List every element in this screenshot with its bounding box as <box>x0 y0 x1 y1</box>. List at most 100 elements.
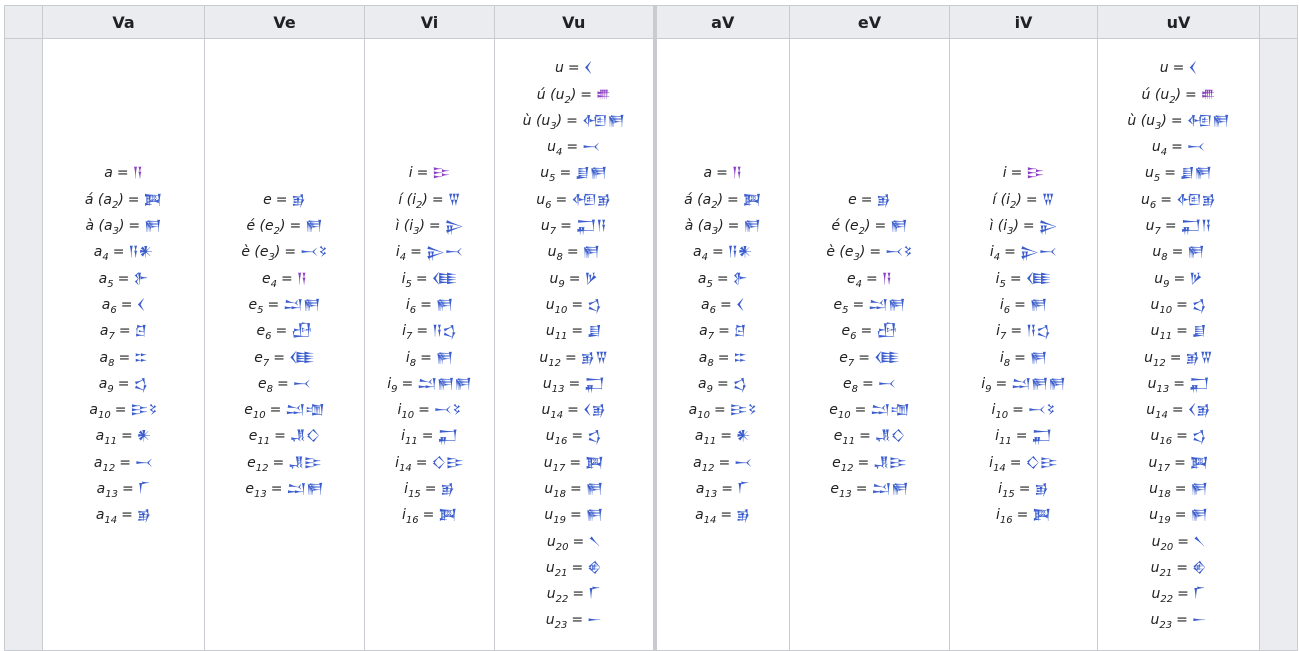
syllable-base: u <box>1154 270 1164 287</box>
alt-syllable-base: e <box>849 218 859 235</box>
syllable-base: u <box>1144 349 1154 366</box>
sign-entry: a11 = 𒀭 <box>43 423 204 449</box>
transliteration: u21 <box>1151 560 1173 578</box>
equals-sign: = <box>1012 402 1024 419</box>
transliteration: u17 <box>544 455 566 473</box>
cuneiform-sign: 𒀉 <box>1189 454 1209 471</box>
equals-sign: = <box>1010 165 1023 182</box>
sign-entry: e5 = 𒁺𒂍 <box>790 292 949 318</box>
syllable-index: 14 <box>550 409 564 421</box>
sign-entry: i16 = 𒀉 <box>365 502 494 528</box>
equals-sign: = <box>1171 139 1183 156</box>
equals-sign: = <box>118 323 131 340</box>
syllable-base: a <box>700 296 710 313</box>
transliteration: u23 <box>1150 612 1172 630</box>
transliteration: e11 <box>834 428 855 446</box>
sign-entry: i8 = 𒂍 <box>365 345 494 371</box>
sign-entry: e10 = 𒁺𒌝 <box>790 397 949 423</box>
syllable-index: 12 <box>701 462 715 474</box>
syllable-index: 6 <box>265 331 272 342</box>
cuneiform-sign: 𒍀 <box>291 323 313 340</box>
transliteration: e10 <box>244 402 265 420</box>
transliteration: á (a2) <box>85 192 124 210</box>
transliteration: e7 <box>839 350 854 368</box>
cuneiform-sign: 𒂊 <box>440 480 455 497</box>
syllable-index: 4 <box>102 252 109 264</box>
sign-entry: u4 = 𒁁 <box>1098 134 1259 160</box>
syllable-base: u <box>540 165 550 182</box>
transliteration: u4 <box>1151 139 1167 157</box>
cuneiform-sign: 𒂍 <box>435 296 454 313</box>
equals-sign: = <box>859 428 871 445</box>
equals-sign: = <box>1176 323 1188 340</box>
syllable-base: ù <box>522 112 532 129</box>
cuneiform-sign: 𒉿 <box>732 270 748 287</box>
cuneiform-sign: 𒃻 <box>584 270 598 287</box>
cuneiform-sign: 𒂗𒄭 <box>874 428 906 445</box>
cuneiform-sign: 𒁁𒂟 <box>433 402 462 419</box>
equals-sign: = <box>1174 507 1187 524</box>
syllable-index: 21 <box>554 567 568 579</box>
syllable-base: e <box>258 375 267 392</box>
sign-entry: a5 = 𒉿 <box>657 266 790 292</box>
equals-sign: = <box>719 296 732 313</box>
body-row: a = 𒀀 á (a2) = 𒀉 à (a3) = 𒂍 a4 = 𒀀𒀭 a5 = 𒉿 a6 = 𒌋 a7 = 𒆪 a8 = 𒇹… <box>4 38 1298 651</box>
syllable-base: e <box>254 349 263 366</box>
cuneiform-sign: 𒂗𒄿 <box>873 454 907 471</box>
transliteration: u16 <box>1150 428 1172 446</box>
cuneiform-sign: 𒄿 <box>432 165 451 182</box>
transliteration: u20 <box>1152 534 1174 552</box>
equals-sign: = <box>289 218 302 235</box>
sign-entry: i9 = 𒁺𒂍𒂍 <box>365 371 494 397</box>
syllable-index: 10 <box>97 409 111 421</box>
sign-entry: a4 = 𒀀𒀭 <box>657 239 790 265</box>
transliteration: e13 <box>830 481 852 500</box>
transliteration: i5 <box>402 271 412 289</box>
cuneiform-sign: 𒀹 <box>1192 533 1206 550</box>
equals-sign: = <box>567 402 579 419</box>
equals-sign: = <box>127 191 140 208</box>
transliteration: ì (i3) <box>989 218 1019 236</box>
equals-sign: = <box>1022 218 1035 235</box>
syllable-base: u <box>555 60 564 77</box>
syllable-index: 13 <box>838 488 852 500</box>
corner-cell <box>4 5 43 39</box>
sign-entry: u21 = 𒄯 <box>1098 555 1259 581</box>
sign-entry: í (i2) = 𒐊 <box>365 187 494 213</box>
sign-entry: a7 = 𒆪 <box>43 318 204 344</box>
cuneiform-sign: 𒄭𒄿 <box>1025 454 1058 471</box>
cuneiform-sign: 𒀉 <box>1032 507 1051 524</box>
equals-sign: = <box>277 375 289 392</box>
equals-sign: = <box>272 454 285 471</box>
transliteration: u8 <box>1152 244 1167 262</box>
alt-open-paren: ( <box>1136 112 1147 129</box>
syllable-base: a <box>95 428 105 445</box>
syllable-index: 11 <box>257 436 271 448</box>
equals-sign: = <box>121 480 134 497</box>
cuneiform-sign: 𒂷 <box>1031 428 1052 445</box>
sign-entry: u20 = 𒀹 <box>495 529 653 555</box>
cuneiform-sign: 𒁁𒂟 <box>885 244 913 261</box>
equals-sign: = <box>567 60 580 77</box>
transliteration: à (a3) <box>685 218 724 236</box>
cuneiform-sign: 𒀭 <box>735 428 751 445</box>
cuneiform-sign: 𒁁 <box>292 375 311 392</box>
column-iv: i = 𒄿 í (i2) = 𒐊 ì (i3) = 𒉌 i4 = 𒉌𒁁 i5 = 𒈪 i6 = 𒂍 i7 = 𒀀𒌓 i8 =… <box>949 38 1098 651</box>
transliteration: ù (u3) <box>1127 112 1167 131</box>
cuneiform-sign: 𒀀𒌓 <box>1026 323 1051 340</box>
sign-entry: i8 = 𒂍 <box>950 345 1097 371</box>
transliteration: u18 <box>1149 481 1171 499</box>
equals-sign: = <box>1014 296 1026 313</box>
cuneiform-sign: 𒄭𒄿 <box>431 454 464 471</box>
cuneiform-sign: 𒁺𒂍 <box>283 296 321 313</box>
sign-entry: a14 = 𒂊 <box>657 502 790 528</box>
alt-syllable-base: a <box>103 218 113 235</box>
sign-entry: u11 = 𒋗 <box>495 318 653 344</box>
cuneiform-sign: 𒂍 <box>1029 349 1048 366</box>
cuneiform-sign: 𒂍 <box>1190 480 1208 497</box>
transliteration: u23 <box>546 612 568 630</box>
syllable-base: a <box>99 349 109 366</box>
equals-sign: = <box>421 428 434 445</box>
syllable-base: u <box>1151 139 1161 156</box>
cuneiform-sign: 𒁁 <box>1186 139 1206 156</box>
